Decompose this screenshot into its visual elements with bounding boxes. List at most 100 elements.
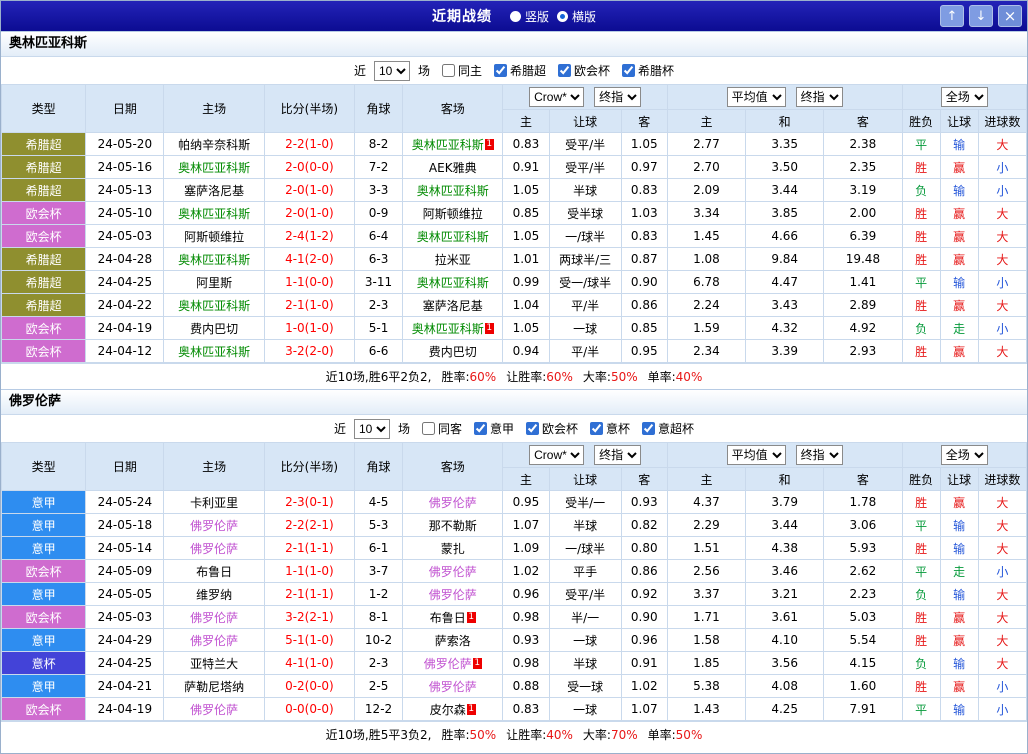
filter-checkbox-1[interactable]: 希腊超 — [494, 62, 546, 79]
filter-checkbox-0[interactable]: 同主 — [442, 62, 482, 79]
recent-results-window: 近期战绩 竖版横版 ↑ ↓ × 奥林匹亚科斯近10场同主希腊超欧会杯希腊杯类型日… — [0, 0, 1028, 754]
cell-home-team: 奥林匹亚科斯 — [164, 202, 264, 225]
europe-average-select[interactable]: 平均值 — [727, 87, 786, 107]
cell-home-team: 佛罗伦萨 — [164, 537, 264, 560]
cell-competition: 欧会杯 — [2, 698, 86, 721]
cell-euro-draw-odds: 4.32 — [746, 317, 824, 340]
filter-checkbox-3[interactable]: 意杯 — [590, 420, 630, 437]
cell-asian-handicap: 半球 — [549, 514, 621, 537]
cell-goals-result: 大 — [978, 248, 1026, 271]
cell-away-team: 布鲁日1 — [403, 606, 503, 629]
filter-checkbox-4[interactable]: 意超杯 — [642, 420, 694, 437]
cell-score: 5-1(1-0) — [264, 629, 354, 652]
cell-score: 0-0(0-0) — [264, 698, 354, 721]
cell-asian-away-odds: 0.90 — [621, 606, 667, 629]
bookmaker-select[interactable]: Crow* — [529, 87, 584, 107]
layout-radio-vertical[interactable]: 竖版 — [510, 8, 549, 25]
match-row: 欧会杯24-05-03阿斯顿维拉2-4(1-2)6-4奥林匹亚科斯1.05一/球… — [2, 225, 1027, 248]
cell-handicap-result: 输 — [940, 698, 978, 721]
cell-score: 2-1(1-1) — [264, 537, 354, 560]
cell-home-team: 奥林匹亚科斯 — [164, 340, 264, 363]
checkbox-input[interactable] — [494, 64, 507, 77]
asian-final-select[interactable]: 终指 — [594, 445, 641, 465]
cell-euro-draw-odds: 3.46 — [746, 560, 824, 583]
scope-select[interactable]: 全场 — [941, 445, 988, 465]
filter-checkbox-1[interactable]: 意甲 — [474, 420, 514, 437]
team-name: 维罗纳 — [196, 588, 232, 602]
filter-checkbox-3[interactable]: 希腊杯 — [622, 62, 674, 79]
sub-column-header: 让球 — [940, 468, 978, 491]
cell-date: 24-05-09 — [86, 560, 164, 583]
filter-checkbox-2[interactable]: 欧会杯 — [526, 420, 578, 437]
cell-home-team: 奥林匹亚科斯 — [164, 294, 264, 317]
checkbox-input[interactable] — [622, 64, 635, 77]
match-row: 意甲24-04-29佛罗伦萨5-1(1-0)10-2萨索洛0.93一球0.961… — [2, 629, 1027, 652]
asian-final-select[interactable]: 终指 — [594, 87, 641, 107]
bookmaker-select[interactable]: Crow* — [529, 445, 584, 465]
checkbox-input[interactable] — [590, 422, 603, 435]
up-button[interactable]: ↑ — [940, 5, 964, 27]
layout-radio-horizontal[interactable]: 横版 — [557, 8, 596, 25]
cell-asian-handicap: 受半/一 — [549, 491, 621, 514]
filter-checkbox-0[interactable]: 同客 — [422, 420, 462, 437]
cell-goals-result: 大 — [978, 294, 1026, 317]
recent-count-select[interactable]: 10 — [374, 61, 410, 81]
cell-corners: 12-2 — [354, 698, 402, 721]
cell-win-draw-loss: 胜 — [902, 294, 940, 317]
europe-final-select[interactable]: 终指 — [796, 87, 843, 107]
cell-euro-home-odds: 4.37 — [667, 491, 745, 514]
checkbox-input[interactable] — [558, 64, 571, 77]
cell-handicap-result: 输 — [940, 583, 978, 606]
cell-asian-away-odds: 0.91 — [621, 652, 667, 675]
cell-competition: 希腊超 — [2, 156, 86, 179]
cell-competition: 欧会杯 — [2, 202, 86, 225]
cell-corners: 2-3 — [354, 652, 402, 675]
recent-count-select[interactable]: 10 — [354, 419, 390, 439]
cell-goals-result: 大 — [978, 629, 1026, 652]
cell-away-team: 蒙扎 — [403, 537, 503, 560]
checkbox-label: 希腊超 — [510, 62, 546, 79]
cell-asian-away-odds: 0.82 — [621, 514, 667, 537]
cell-win-draw-loss: 负 — [902, 179, 940, 202]
cell-euro-draw-odds: 4.25 — [746, 698, 824, 721]
cell-handicap-result: 走 — [940, 317, 978, 340]
filter-checkbox-2[interactable]: 欧会杯 — [558, 62, 610, 79]
cell-home-team: 费内巴切 — [164, 317, 264, 340]
team-name: 佛罗伦萨 — [429, 496, 477, 510]
cell-asian-handicap: 受一/球半 — [549, 271, 621, 294]
checkbox-input[interactable] — [474, 422, 487, 435]
team-name: 萨勒尼塔纳 — [184, 680, 244, 694]
checkbox-input[interactable] — [642, 422, 655, 435]
scope-select[interactable]: 全场 — [941, 87, 988, 107]
checkbox-input[interactable] — [442, 64, 455, 77]
sub-column-header: 让球 — [940, 110, 978, 133]
cell-asian-away-odds: 0.86 — [621, 560, 667, 583]
close-button[interactable]: × — [998, 5, 1022, 27]
cell-competition: 希腊超 — [2, 179, 86, 202]
cell-away-team: 佛罗伦萨 — [403, 675, 503, 698]
window-title: 近期战绩 — [432, 6, 492, 26]
cell-asian-home-odds: 0.93 — [503, 629, 549, 652]
europe-final-select[interactable]: 终指 — [796, 445, 843, 465]
cell-competition: 意甲 — [2, 675, 86, 698]
cell-away-team: 奥林匹亚科斯 — [403, 271, 503, 294]
sub-column-header: 和 — [746, 110, 824, 133]
cell-home-team: 布鲁日 — [164, 560, 264, 583]
checkbox-input[interactable] — [526, 422, 539, 435]
cell-euro-away-odds: 19.48 — [824, 248, 902, 271]
match-row: 欧会杯24-05-09布鲁日1-1(1-0)3-7佛罗伦萨1.02平手0.862… — [2, 560, 1027, 583]
checkbox-label: 同主 — [458, 62, 482, 79]
cell-asian-handicap: 一/球半 — [549, 225, 621, 248]
team-name: 萨索洛 — [435, 634, 471, 648]
cell-corners: 3-7 — [354, 560, 402, 583]
checkbox-label: 欧会杯 — [542, 420, 578, 437]
team-name: 佛罗伦萨 — [429, 565, 477, 579]
cell-date: 24-05-03 — [86, 225, 164, 248]
cell-handicap-result: 赢 — [940, 156, 978, 179]
europe-average-select[interactable]: 平均值 — [727, 445, 786, 465]
checkbox-input[interactable] — [422, 422, 435, 435]
cell-win-draw-loss: 平 — [902, 514, 940, 537]
down-button[interactable]: ↓ — [969, 5, 993, 27]
cell-euro-draw-odds: 4.10 — [746, 629, 824, 652]
cell-competition: 欧会杯 — [2, 225, 86, 248]
